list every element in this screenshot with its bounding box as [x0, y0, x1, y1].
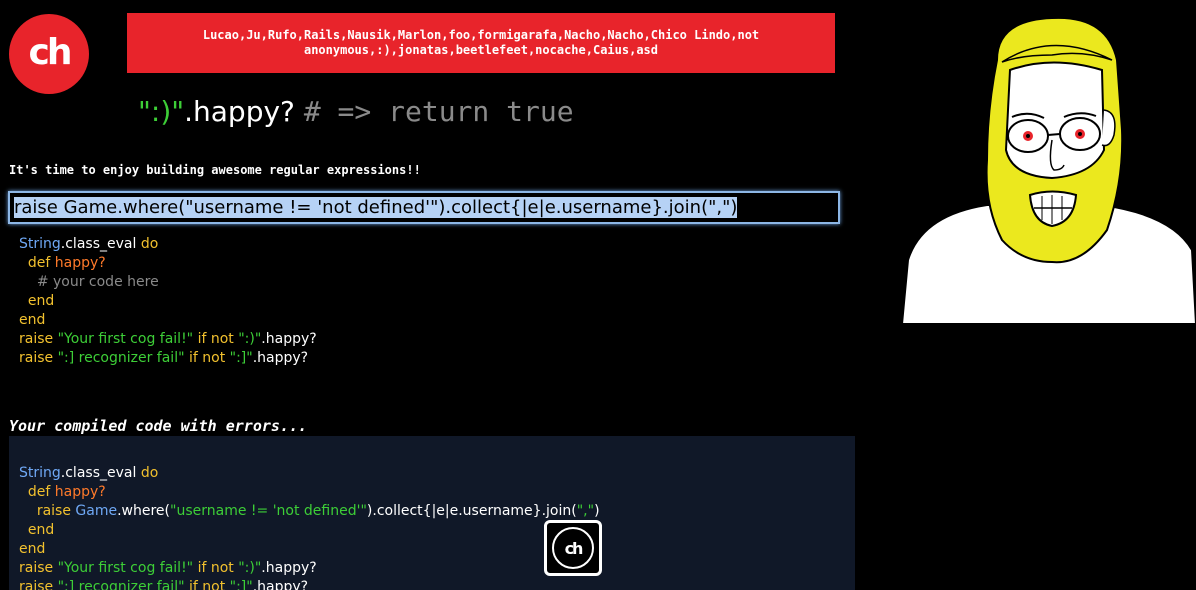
errors-title: Your compiled code with errors...	[9, 417, 308, 435]
portrait-svg	[902, 16, 1196, 324]
compiled-code-block: String.class_eval do def happy? raise Ga…	[19, 465, 600, 590]
logo-text: ch	[28, 31, 73, 73]
bearded-man-illustration	[902, 0, 1196, 324]
tagline-method: .happy?	[184, 95, 295, 128]
players-list: Lucao,Ju,Rufo,Rails,Nausik,Marlon,foo,fo…	[202, 28, 760, 57]
players-banner: Lucao,Ju,Rufo,Rails,Nausik,Marlon,foo,fo…	[127, 13, 835, 73]
badge-ring: ch	[552, 527, 594, 569]
template-code-block: String.class_eval do def happy? # your c…	[19, 236, 317, 366]
tagline-string: ":)"	[138, 95, 185, 128]
intro-text: It's time to enjoy building awesome regu…	[9, 163, 421, 177]
ch-logo-icon[interactable]: ch	[9, 14, 89, 94]
challenge-tagline: ":)".happy? # => return true	[138, 95, 574, 128]
tagline-comment: # => return true	[303, 95, 574, 128]
code-answer-value: raise Game.where("username != 'not defin…	[14, 197, 738, 218]
code-answer-input[interactable]: raise Game.where("username != 'not defin…	[8, 191, 840, 224]
badge-text: ch	[564, 538, 584, 558]
compiled-code-panel: String.class_eval do def happy? raise Ga…	[9, 436, 855, 590]
ch-badge-icon[interactable]: ch	[544, 520, 602, 576]
